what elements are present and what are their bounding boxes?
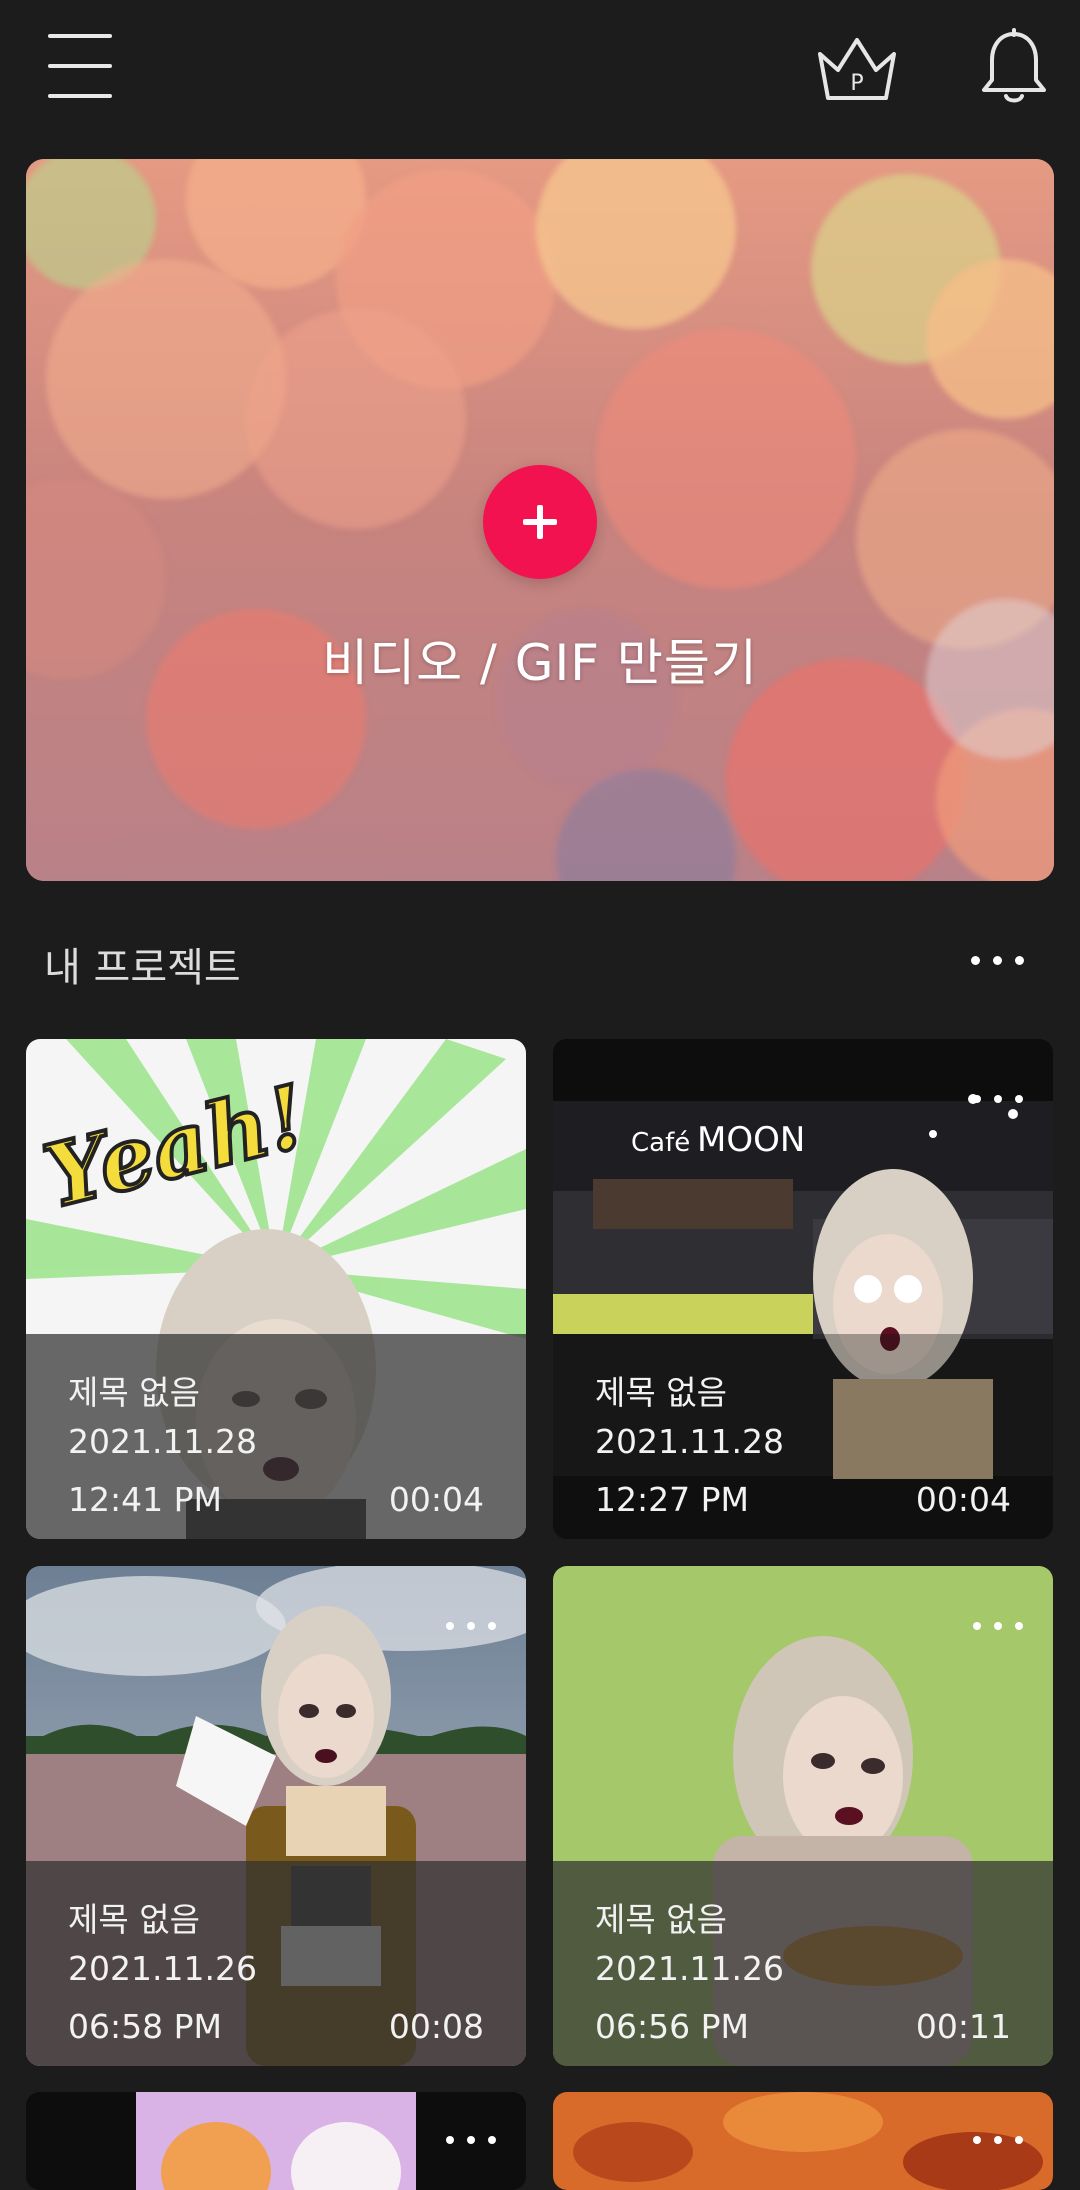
cafe-sign-prefix: Café (631, 1128, 690, 1158)
project-card[interactable]: 제목 없음 2021.11.26 06:58 PM 00:08 (26, 1566, 526, 2066)
project-duration: 00:04 (915, 1480, 1011, 1519)
project-duration: 00:08 (388, 2007, 484, 2046)
project-title: 제목 없음 (68, 1900, 200, 1939)
project-card[interactable]: 제목 없음 2021.11.26 06:56 PM 00:11 (553, 1566, 1053, 2066)
project-date: 2021.11.26 (595, 1949, 784, 1988)
project-more-dots-icon[interactable] (963, 2122, 1033, 2158)
project-title: 제목 없음 (595, 1373, 727, 1412)
project-date: 2021.11.26 (68, 1949, 257, 1988)
create-video-gif-card[interactable]: 비디오 / GIF 만들기 (26, 159, 1054, 881)
project-duration: 00:04 (388, 1480, 484, 1519)
project-time: 06:56 PM (595, 2007, 749, 2046)
project-more-dots-icon[interactable] (963, 1081, 1033, 1117)
project-card[interactable] (26, 2092, 526, 2190)
project-time: 12:41 PM (68, 1480, 222, 1519)
project-time: 12:27 PM (595, 1480, 749, 1519)
my-projects-title: 내 프로젝트 (44, 945, 241, 991)
project-card[interactable]: Yeah! 제목 없음 2021.11.28 12:41 PM 00:04 (26, 1039, 526, 1539)
project-card[interactable] (553, 2092, 1053, 2190)
plus-icon[interactable] (483, 465, 597, 579)
bell-icon[interactable] (978, 28, 1050, 108)
project-duration: 00:11 (915, 2007, 1011, 2046)
crown-premium-icon[interactable]: P (812, 28, 902, 108)
create-video-gif-label: 비디오 / GIF 만들기 (322, 634, 758, 692)
cafe-sign-name: MOON (697, 1120, 805, 1160)
project-title: 제목 없음 (68, 1373, 200, 1412)
premium-badge-letter: P (850, 71, 863, 96)
project-time: 06:58 PM (68, 2007, 222, 2046)
project-more-dots-icon[interactable] (436, 1608, 506, 1644)
project-more-dots-icon[interactable] (963, 1608, 1033, 1644)
hamburger-menu-icon[interactable] (48, 34, 112, 100)
project-date: 2021.11.28 (68, 1422, 257, 1461)
more-dots-icon[interactable] (962, 940, 1032, 980)
project-more-dots-icon[interactable] (436, 2122, 506, 2158)
project-title: 제목 없음 (595, 1900, 727, 1939)
project-card[interactable]: Café MOON 제목 없음 2021.11.28 12:27 PM 00:0… (553, 1039, 1053, 1539)
top-bar: P (0, 0, 1080, 150)
project-date: 2021.11.28 (595, 1422, 784, 1461)
